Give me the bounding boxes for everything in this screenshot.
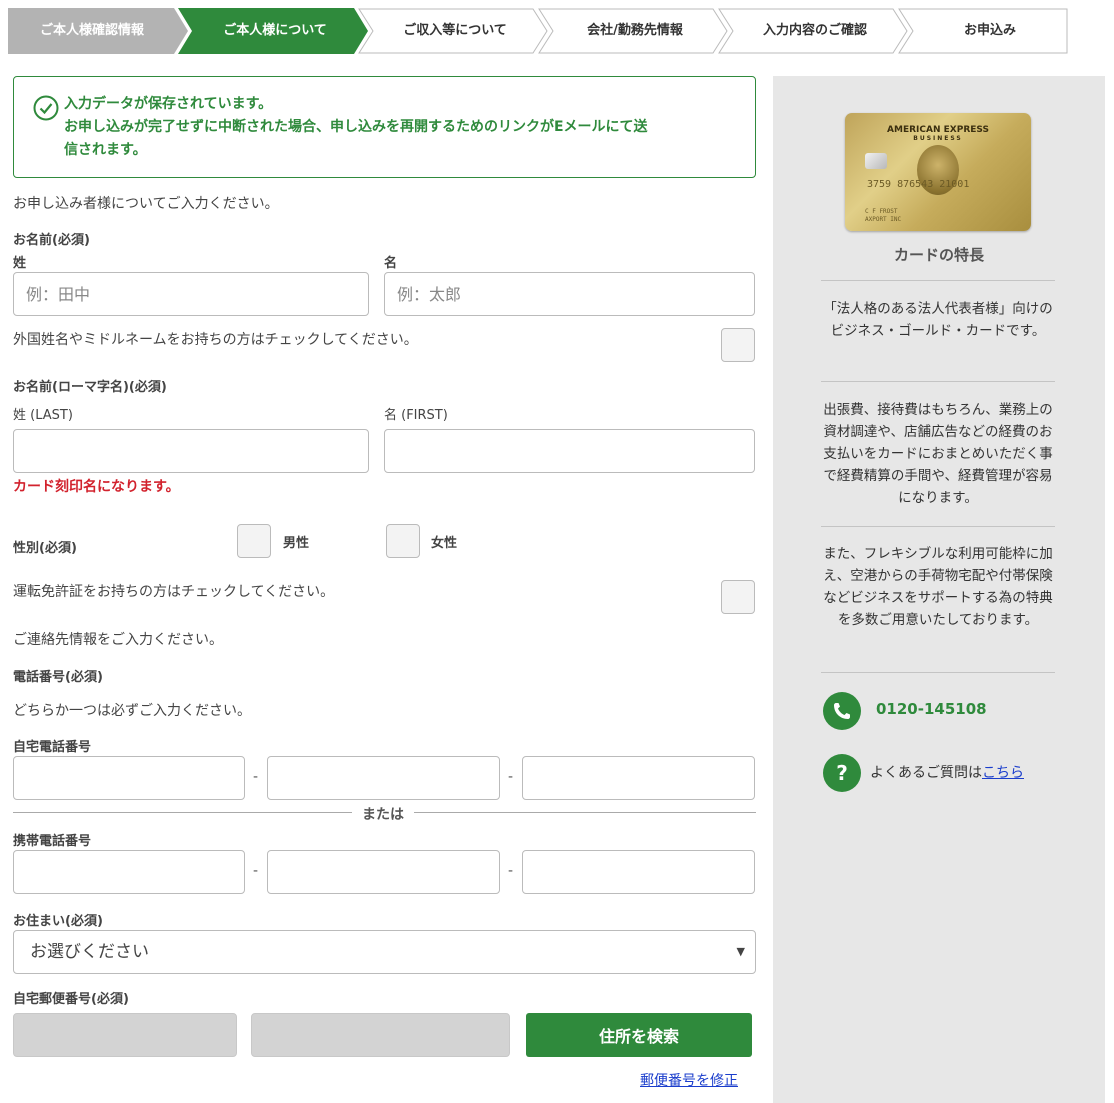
- phone-label: 電話番号(必須): [13, 670, 103, 685]
- feature-paragraph: 出張費、接待費はもちろん、業務上の資材調達や、店舗広告などの経費のお支払いをカー…: [823, 402, 1053, 506]
- roman-last-label: 姓 (LAST): [13, 408, 73, 423]
- license-text: 運転免許証をお持ちの方はチェックしてください。: [13, 584, 335, 600]
- card-holder: C F FROST AXPORT INC: [865, 208, 901, 224]
- question-icon: ?: [823, 754, 861, 792]
- chevron-down-icon: ▼: [736, 945, 745, 958]
- faq-link[interactable]: こちら: [982, 765, 1024, 781]
- search-address-button[interactable]: 住所を検索: [526, 1013, 752, 1057]
- license-checkbox[interactable]: [721, 580, 755, 614]
- card-chip: [865, 153, 887, 169]
- roman-last-input[interactable]: [13, 429, 369, 473]
- roman-first-label: 名 (FIRST): [384, 408, 448, 423]
- phone-icon: [823, 692, 861, 730]
- home-phone-last-input[interactable]: [522, 756, 755, 800]
- dash: -: [508, 769, 514, 785]
- last-name-label: 姓: [13, 256, 27, 271]
- step-label: 会社/勤務先情報: [587, 23, 683, 38]
- step-apply: お申込み: [898, 8, 1070, 54]
- divider: [821, 526, 1055, 527]
- foreign-name-checkbox[interactable]: [721, 328, 755, 362]
- notice-line: お申し込みが完了せずに中断された場合、申し込みを再開するためのリンクがEメールに…: [64, 119, 648, 135]
- postal-code-second-input[interactable]: [251, 1013, 510, 1057]
- notice-line: 信されます。: [64, 142, 147, 158]
- notice-text: 入力データが保存されています。 お申し込みが完了せずに中断された場合、申し込みを…: [64, 93, 704, 162]
- gender-female-radio[interactable]: [386, 524, 420, 558]
- home-phone-label: 自宅電話番号: [13, 740, 92, 755]
- home-phone-middle-input[interactable]: [267, 756, 500, 800]
- notice-line: 入力データが保存されています。: [64, 96, 273, 112]
- residence-select-value: お選びください: [30, 942, 149, 962]
- card-holder-company: AXPORT INC: [865, 216, 902, 223]
- first-name-label: 名: [384, 256, 398, 271]
- faq-prefix: よくあるご質問は: [870, 765, 982, 781]
- last-name-input[interactable]: [13, 272, 369, 316]
- fix-postal-link[interactable]: 郵便番号を修正: [640, 1070, 738, 1090]
- roman-name-label: お名前(ローマ字名)(必須): [13, 380, 167, 395]
- divider: [821, 672, 1055, 673]
- card-brand: AMERICAN EXPRESS: [887, 125, 989, 135]
- svg-text:?: ?: [836, 761, 848, 785]
- card-features-title: カードの特長: [893, 246, 984, 264]
- postal-label: 自宅郵便番号(必須): [13, 992, 129, 1007]
- card-image: AMERICAN EXPRESS BUSINESS 3759 876543 21…: [845, 113, 1031, 231]
- dash: -: [253, 863, 259, 879]
- dash: -: [508, 863, 514, 879]
- step-label: ご本人様について: [223, 23, 327, 38]
- step-income: ご収入等について: [358, 8, 548, 54]
- feature-paragraph: また、フレキシブルな利用可能枠に加え、空港からの手荷物宅配や付帯保険などビジネス…: [823, 546, 1053, 628]
- save-notice: 入力データが保存されています。 お申し込みが完了せずに中断された場合、申し込みを…: [13, 76, 756, 178]
- sidebar: AMERICAN EXPRESS BUSINESS 3759 876543 21…: [773, 76, 1105, 1103]
- step-label: お申込み: [963, 23, 1016, 38]
- gender-male-label: 男性: [283, 536, 310, 551]
- card-number: 3759 876543 21001: [867, 179, 970, 190]
- first-name-input[interactable]: [384, 272, 755, 316]
- step-label: 入力内容のご確認: [762, 23, 867, 38]
- divider: [821, 280, 1055, 281]
- residence-select[interactable]: お選びください ▼: [13, 930, 756, 974]
- name-label: お名前(必須): [13, 233, 90, 248]
- step-company: 会社/勤務先情報: [538, 8, 728, 54]
- phone-note: どちらか一つは必ずご入力ください。: [13, 703, 251, 719]
- foreign-name-text: 外国姓名やミドルネームをお持ちの方はチェックしてください。: [13, 332, 418, 348]
- form-intro: お申し込み者様についてご入力ください。: [13, 196, 279, 212]
- phone-number[interactable]: 0120-145108: [876, 700, 987, 718]
- roman-first-input[interactable]: [384, 429, 755, 473]
- card-sub: BUSINESS: [913, 135, 963, 142]
- dash: -: [253, 769, 259, 785]
- gender-label: 性別(必須): [13, 541, 77, 556]
- contact-intro: ご連絡先情報をご入力ください。: [13, 632, 223, 648]
- feature-paragraph: 「法人格のある法人代表者様」向けのビジネス・ゴールド・カードです。: [823, 301, 1053, 339]
- gender-female-label: 女性: [431, 536, 458, 551]
- home-phone-area-input[interactable]: [13, 756, 245, 800]
- residence-label: お住まい(必須): [13, 914, 103, 929]
- progress-steps: ご本人様確認情報 ご本人様について ご収入等について 会社/勤務先情報 入力内容…: [8, 8, 1070, 54]
- step-label: ご収入等について: [403, 23, 507, 38]
- mobile-phone-last-input[interactable]: [522, 850, 755, 894]
- gender-male-radio[interactable]: [237, 524, 271, 558]
- step-label: ご本人様確認情報: [39, 23, 144, 38]
- step-identity-confirmation: ご本人様確認情報: [8, 8, 190, 54]
- card-holder-name: C F FROST: [865, 208, 898, 215]
- mobile-phone-label: 携帯電話番号: [13, 834, 92, 849]
- faq-text: よくあるご質問はこちら: [870, 762, 1024, 782]
- step-about-you: ご本人様について: [178, 8, 368, 54]
- postal-code-first-input[interactable]: [13, 1013, 237, 1057]
- check-circle-icon: [33, 95, 59, 121]
- step-confirmation: 入力内容のご確認: [718, 8, 908, 54]
- mobile-phone-area-input[interactable]: [13, 850, 245, 894]
- card-embossing-note: カード刻印名になります。: [13, 479, 180, 495]
- mobile-phone-middle-input[interactable]: [267, 850, 500, 894]
- divider: [821, 381, 1055, 382]
- or-text: または: [352, 804, 414, 824]
